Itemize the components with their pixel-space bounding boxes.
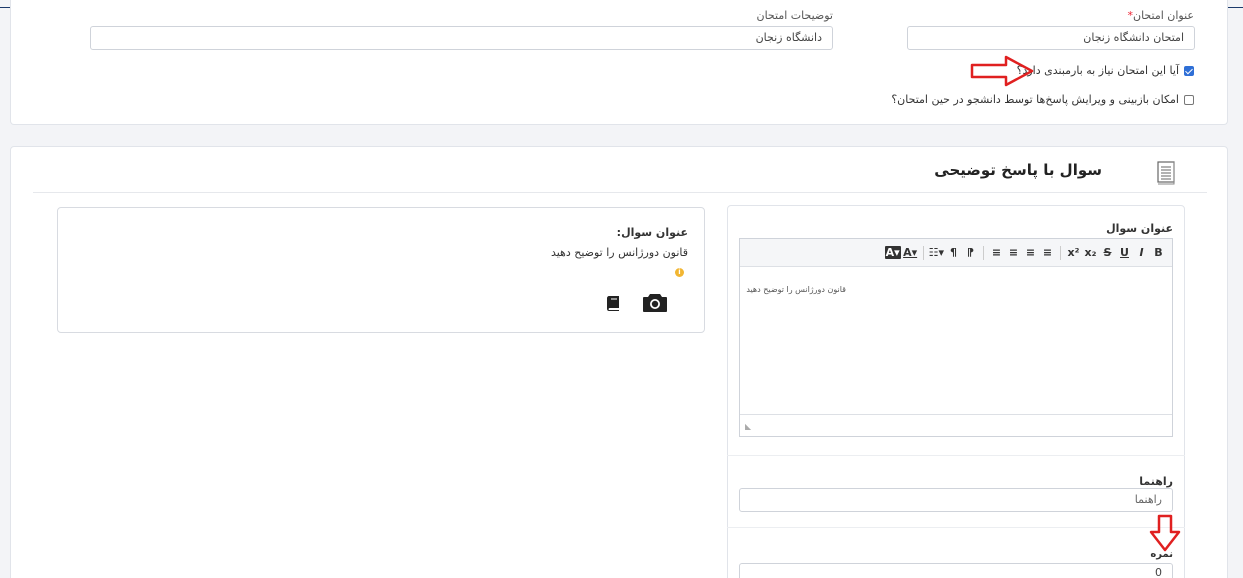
review-checkbox[interactable] bbox=[1184, 94, 1194, 105]
toolbar-separator bbox=[983, 245, 984, 260]
align-right-button[interactable]: ≡ bbox=[1006, 246, 1021, 259]
toolbar-separator bbox=[1060, 245, 1061, 260]
score-input[interactable]: 0 bbox=[739, 563, 1173, 578]
panel-separator bbox=[727, 455, 1185, 456]
font-color-button[interactable]: A▾ bbox=[903, 246, 918, 259]
align-justify-button[interactable]: ≡ bbox=[989, 246, 1004, 259]
exam-description-label: توضیحات امتحان bbox=[756, 9, 833, 22]
grading-checkbox[interactable] bbox=[1184, 65, 1194, 76]
subscript-button[interactable]: x₂ bbox=[1083, 246, 1098, 259]
book-icon[interactable] bbox=[606, 295, 621, 312]
annotation-arrow-down-icon bbox=[1149, 514, 1181, 552]
preview-question-label: عنوان سوال: bbox=[616, 226, 688, 239]
question-title-label: عنوان سوال bbox=[1106, 222, 1173, 235]
toolbar-separator bbox=[922, 245, 924, 260]
rtl-direction-button[interactable]: ¶ bbox=[946, 246, 961, 259]
align-left-button[interactable]: ≡ bbox=[1040, 246, 1055, 259]
resize-handle-icon[interactable]: ◣ bbox=[745, 422, 751, 431]
section-divider bbox=[33, 192, 1207, 193]
camera-icon[interactable] bbox=[642, 292, 668, 313]
background-color-button[interactable]: A▾ bbox=[884, 246, 901, 259]
annotation-arrow-left-icon bbox=[970, 55, 1034, 87]
hint-label: راهنما bbox=[1139, 475, 1173, 488]
panel-separator bbox=[727, 527, 1185, 528]
editor-content[interactable]: قانون دورژانس را توضیح دهید bbox=[746, 285, 846, 294]
strikethrough-button[interactable]: S bbox=[1100, 246, 1115, 259]
exam-info-card bbox=[10, 0, 1228, 125]
section-title: سوال با پاسخ توضیحی bbox=[934, 161, 1102, 179]
ltr-direction-button[interactable]: ⁋ bbox=[963, 246, 978, 259]
editor-status-bar: ◣ bbox=[740, 414, 1172, 436]
exam-title-input[interactable]: امتحان دانشگاه زنجان bbox=[907, 26, 1195, 50]
score-label: نمره bbox=[1150, 549, 1173, 560]
review-checkbox-row[interactable]: امکان بازبینی و ویرایش پاسخ‌ها توسط دانش… bbox=[891, 93, 1194, 106]
document-list-icon bbox=[1157, 161, 1175, 185]
exam-description-input[interactable]: دانشگاه زنجان bbox=[90, 26, 833, 50]
superscript-button[interactable]: x² bbox=[1066, 246, 1081, 259]
review-checkbox-label: امکان بازبینی و ویرایش پاسخ‌ها توسط دانش… bbox=[891, 93, 1179, 106]
hint-input[interactable]: راهنما bbox=[739, 488, 1173, 512]
list-dropdown-button[interactable]: ☷▾ bbox=[929, 246, 944, 259]
italic-button[interactable]: I bbox=[1134, 246, 1149, 259]
bold-button[interactable]: B bbox=[1151, 246, 1166, 259]
grading-checkbox-label: آیا این امتحان نیاز به بارمبندی دارد؟ bbox=[1016, 64, 1179, 77]
question-preview-panel bbox=[57, 207, 705, 333]
align-center-button[interactable]: ≡ bbox=[1023, 246, 1038, 259]
preview-question-text: قانون دورژانس را توضیح دهید bbox=[550, 246, 688, 259]
underline-button[interactable]: U bbox=[1117, 246, 1132, 259]
editor-toolbar: B I U S x₂ x² ≡ ≡ ≡ ≡ ⁋ ¶ ☷▾ A▾ A▾ bbox=[740, 239, 1172, 267]
info-icon[interactable]: i bbox=[675, 268, 684, 277]
exam-title-label: عنوان امتحان* bbox=[1127, 9, 1195, 22]
rich-text-editor[interactable]: B I U S x₂ x² ≡ ≡ ≡ ≡ ⁋ ¶ ☷▾ A▾ A▾ قانون… bbox=[739, 238, 1173, 437]
grading-checkbox-row[interactable]: آیا این امتحان نیاز به بارمبندی دارد؟ bbox=[1017, 64, 1194, 77]
